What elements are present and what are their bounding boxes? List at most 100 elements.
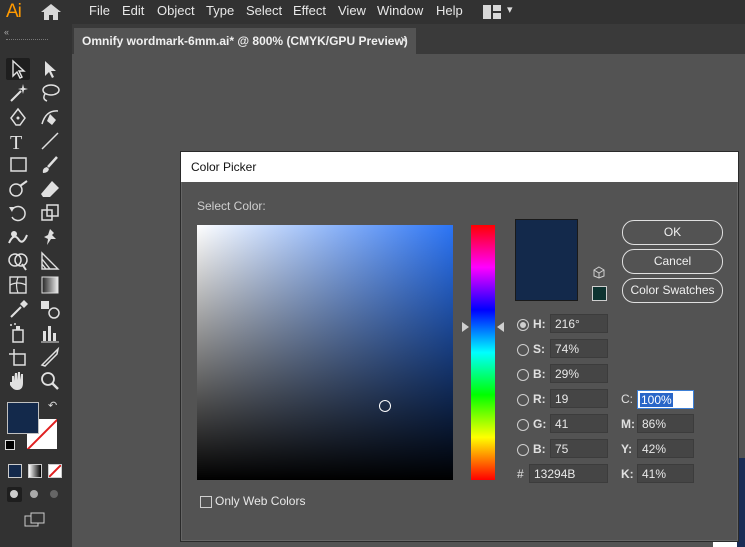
- menu-effect[interactable]: Effect: [293, 3, 326, 18]
- ok-button[interactable]: OK: [622, 220, 723, 245]
- blend-tool-icon[interactable]: [38, 298, 62, 320]
- label-c: C:: [621, 392, 633, 406]
- label-k: K:: [621, 467, 634, 481]
- input-h[interactable]: 216°: [550, 314, 608, 333]
- label-r: R:: [533, 392, 546, 406]
- out-of-gamut-icon[interactable]: [593, 266, 605, 279]
- column-graph-tool-icon[interactable]: [38, 322, 62, 344]
- eraser-tool-icon[interactable]: [38, 178, 62, 200]
- direct-selection-tool-icon[interactable]: [38, 58, 62, 80]
- color-field[interactable]: [197, 225, 453, 480]
- type-tool-icon[interactable]: T: [6, 130, 30, 154]
- eyedropper-tool-icon[interactable]: [6, 298, 30, 320]
- hue-slider-handle-left[interactable]: [462, 322, 469, 332]
- color-picker-dialog: Color Picker Select Color: OK Cancel Col…: [180, 151, 739, 542]
- input-k[interactable]: 41%: [637, 464, 694, 483]
- gamut-color-swatch[interactable]: [592, 286, 607, 301]
- input-y[interactable]: 42%: [637, 439, 694, 458]
- input-g[interactable]: 41: [550, 414, 608, 433]
- hue-slider[interactable]: [471, 225, 495, 480]
- panel-collapse-icon[interactable]: «: [4, 27, 9, 37]
- label-h: H:: [533, 317, 546, 331]
- perspective-grid-tool-icon[interactable]: [38, 250, 62, 272]
- draw-inside-icon[interactable]: [47, 487, 62, 502]
- lasso-tool-icon[interactable]: [38, 82, 62, 104]
- radio-g[interactable]: [517, 419, 529, 431]
- only-web-colors-label[interactable]: Only Web Colors: [215, 494, 305, 508]
- radio-r[interactable]: [517, 394, 529, 406]
- color-mode-icon[interactable]: [8, 464, 22, 478]
- line-tool-icon[interactable]: [38, 130, 62, 152]
- menu-file[interactable]: File: [89, 3, 110, 18]
- rectangle-tool-icon[interactable]: [6, 154, 30, 176]
- screen-mode-icon[interactable]: [24, 512, 46, 528]
- radio-b[interactable]: [517, 369, 529, 381]
- gradient-mode-icon[interactable]: [28, 464, 42, 478]
- only-web-colors-checkbox[interactable]: [200, 496, 212, 508]
- menu-view[interactable]: View: [338, 3, 366, 18]
- radio-h[interactable]: [517, 319, 529, 331]
- hand-tool-icon[interactable]: [6, 370, 30, 392]
- warp-tool-icon[interactable]: [6, 226, 30, 248]
- gradient-tool-icon[interactable]: [38, 274, 62, 296]
- input-blue[interactable]: 75: [550, 439, 608, 458]
- hue-slider-handle-right[interactable]: [497, 322, 504, 332]
- menu-help[interactable]: Help: [436, 3, 463, 18]
- document-tab[interactable]: Omnify wordmark-6mm.ai* @ 800% (CMYK/GPU…: [74, 28, 416, 54]
- dialog-title-bar[interactable]: Color Picker: [181, 152, 738, 182]
- input-hex[interactable]: 13294B: [529, 464, 608, 483]
- cancel-button[interactable]: Cancel: [622, 249, 723, 274]
- zoom-tool-icon[interactable]: [38, 370, 62, 392]
- draw-normal-icon[interactable]: [7, 487, 22, 502]
- menu-type[interactable]: Type: [206, 3, 234, 18]
- radio-s[interactable]: [517, 344, 529, 356]
- color-field-picker-ring[interactable]: [379, 400, 391, 412]
- chevron-down-icon[interactable]: ▾: [507, 3, 513, 16]
- label-b: B:: [533, 367, 546, 381]
- label-g: G:: [533, 417, 547, 431]
- symbol-sprayer-tool-icon[interactable]: [6, 322, 30, 344]
- none-mode-icon[interactable]: [48, 464, 62, 478]
- document-tab-strip: Omnify wordmark-6mm.ai* @ 800% (CMYK/GPU…: [72, 24, 745, 54]
- input-b[interactable]: 29%: [550, 364, 608, 383]
- input-r[interactable]: 19: [550, 389, 608, 408]
- magic-wand-tool-icon[interactable]: [6, 82, 30, 104]
- swap-fill-stroke-icon[interactable]: ↶: [48, 399, 57, 412]
- menu-edit[interactable]: Edit: [122, 3, 144, 18]
- default-colors-icon[interactable]: [5, 440, 15, 450]
- rotate-tool-icon[interactable]: [6, 202, 30, 224]
- svg-text:T: T: [10, 132, 22, 152]
- label-hex: #: [517, 467, 524, 481]
- draw-behind-icon[interactable]: [27, 487, 42, 502]
- shape-builder-tool-icon[interactable]: [6, 250, 30, 272]
- app-logo: Ai: [6, 1, 22, 22]
- input-m[interactable]: 86%: [637, 414, 694, 433]
- paintbrush-tool-icon[interactable]: [38, 154, 62, 176]
- artboard-tool-icon[interactable]: [6, 346, 30, 368]
- input-s[interactable]: 74%: [550, 339, 608, 358]
- fill-color-swatch[interactable]: [7, 402, 39, 434]
- label-s: S:: [533, 342, 545, 356]
- menu-object[interactable]: Object: [157, 3, 195, 18]
- label-y: Y:: [621, 442, 633, 456]
- select-color-label: Select Color:: [197, 199, 266, 213]
- color-swatches-button[interactable]: Color Swatches: [622, 278, 723, 303]
- close-icon[interactable]: ×: [400, 32, 408, 47]
- radio-blue[interactable]: [517, 444, 529, 456]
- shaper-tool-icon[interactable]: [6, 178, 30, 200]
- home-icon[interactable]: [40, 3, 62, 21]
- menu-window[interactable]: Window: [377, 3, 423, 18]
- mesh-tool-icon[interactable]: [6, 274, 30, 296]
- slice-tool-icon[interactable]: [38, 346, 62, 368]
- input-c[interactable]: 100%: [637, 390, 694, 409]
- document-tab-title: Omnify wordmark-6mm.ai* @ 800% (CMYK/GPU…: [82, 34, 408, 48]
- puppet-warp-tool-icon[interactable]: [38, 226, 62, 248]
- menu-select[interactable]: Select: [246, 3, 282, 18]
- selection-tool-icon[interactable]: [6, 58, 30, 80]
- scale-tool-icon[interactable]: [38, 202, 62, 224]
- panel-grip[interactable]: [6, 39, 48, 42]
- selected-color-preview: [515, 219, 578, 301]
- pen-tool-icon[interactable]: [6, 106, 30, 128]
- workspace-switcher-icon[interactable]: [483, 5, 501, 19]
- curvature-tool-icon[interactable]: [38, 106, 62, 128]
